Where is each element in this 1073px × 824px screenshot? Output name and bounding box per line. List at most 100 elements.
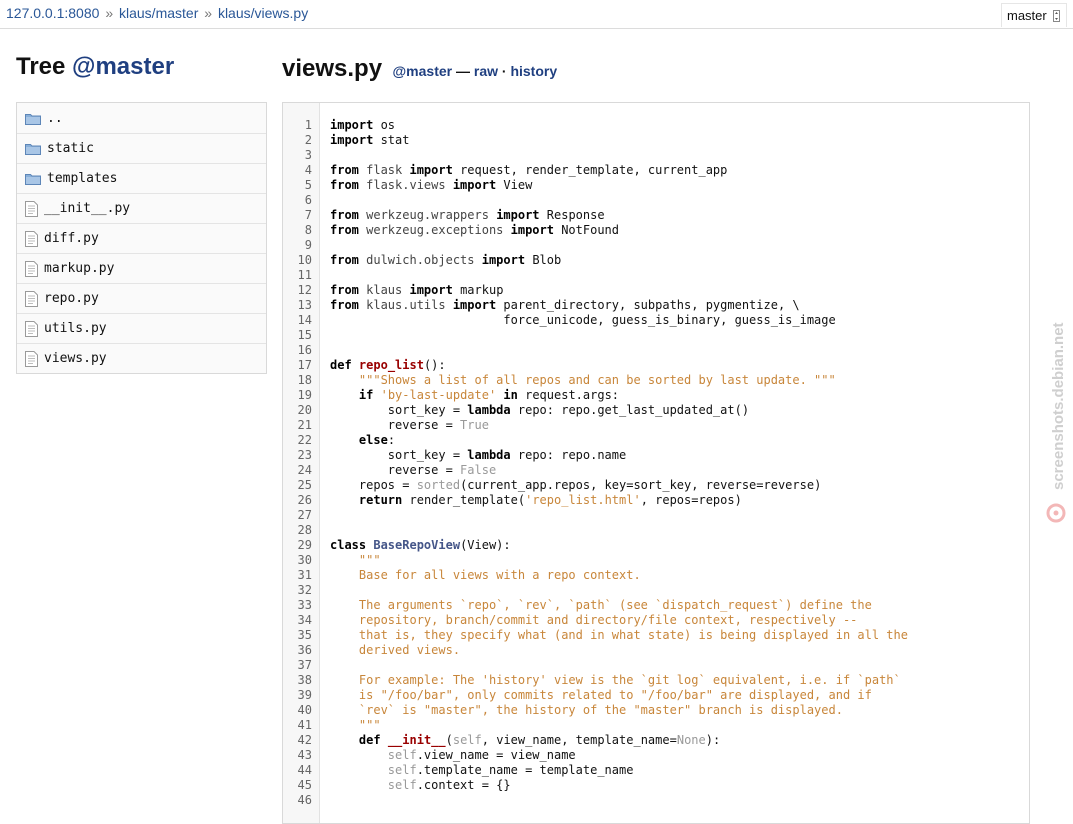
code-token: from — [330, 163, 359, 177]
file-list-item[interactable]: diff.py — [17, 223, 266, 253]
code-token: self — [387, 748, 417, 762]
file-icon — [25, 200, 44, 217]
code-token: __init__ — [387, 733, 446, 747]
line-source — [312, 523, 330, 538]
code-token: repo: repo.name — [510, 448, 627, 462]
code-token: from — [330, 208, 359, 222]
code-token: import — [452, 178, 497, 192]
line-number: 27 — [297, 508, 312, 522]
file-list-item[interactable]: markup.py — [17, 253, 266, 283]
code-line: 36 derived views. — [283, 643, 1029, 658]
line-source: import os — [312, 118, 395, 133]
line-number: 7 — [304, 208, 312, 222]
code-token: `rev` is "master", the history of the "m… — [358, 703, 843, 717]
line-number: 13 — [297, 298, 312, 312]
tree-heading-label: Tree — [16, 53, 73, 80]
code-token: from — [330, 298, 359, 312]
code-token: Base for all views with a repo context. — [358, 568, 641, 582]
code-viewer[interactable]: 1 import os 2 import stat 3 4 from flask impor… — [282, 102, 1030, 824]
code-token: derived views. — [358, 643, 461, 657]
file-list-item-label: markup.py — [44, 261, 115, 276]
folder-list-item[interactable]: templates — [17, 163, 266, 193]
breadcrumb-separator: » — [105, 5, 114, 21]
code-token: (View): — [460, 538, 511, 552]
line-source: from klaus.utils import parent_directory… — [312, 298, 800, 313]
code-token: .view_name = view_name — [416, 748, 576, 762]
line-number: 20 — [297, 403, 312, 417]
line-number: 21 — [297, 418, 312, 432]
line-source: from flask import request, render_templa… — [312, 163, 727, 178]
file-list-item[interactable]: repo.py — [17, 283, 266, 313]
watermark-text: screenshots.debian.net — [1050, 322, 1067, 490]
code-line: 12 from klaus import markup — [283, 283, 1029, 298]
line-source: from dulwich.objects import Blob — [312, 253, 561, 268]
file-list-item-label: templates — [47, 171, 118, 186]
code-token: repository, branch/commit and directory/… — [358, 613, 858, 627]
code-line: 41 """ — [283, 718, 1029, 733]
file-list-item[interactable]: __init__.py — [17, 193, 266, 223]
file-list-item[interactable]: utils.py — [17, 313, 266, 343]
line-number: 31 — [297, 568, 312, 582]
code-token: """Shows a list of all repos and can be … — [358, 373, 836, 387]
line-source: class BaseRepoView(View): — [312, 538, 511, 553]
breadcrumb-repo-link[interactable]: klaus/master — [119, 5, 198, 21]
line-source: force_unicode, guess_is_binary, guess_is… — [312, 313, 836, 328]
code-token: self — [387, 763, 417, 777]
folder-list-item[interactable]: static — [17, 133, 266, 163]
code-token: werkzeug.exceptions — [358, 223, 511, 237]
raw-link[interactable]: raw — [474, 63, 498, 79]
code-token: The arguments `repo`, `rev`, `path` (see… — [358, 598, 872, 612]
file-name-title: views.py — [282, 55, 383, 82]
line-number: 3 — [304, 148, 312, 162]
branch-selector[interactable]: master — [1001, 3, 1067, 27]
top-bar: 127.0.0.1:8080 » klaus/master » klaus/vi… — [0, 0, 1073, 29]
folder-icon — [25, 172, 47, 185]
line-source — [312, 268, 330, 283]
line-number: 22 — [297, 433, 312, 447]
line-source: """Shows a list of all repos and can be … — [312, 373, 836, 388]
code-token: import — [452, 298, 497, 312]
line-number: 30 — [297, 553, 312, 567]
code-token: klaus — [358, 283, 410, 297]
breadcrumb: 127.0.0.1:8080 » klaus/master » klaus/vi… — [6, 5, 308, 21]
breadcrumb-file-link[interactable]: klaus/views.py — [218, 5, 308, 21]
code-token: force_unicode, guess_is_binary, guess_is… — [330, 313, 836, 327]
folder-list-item[interactable]: .. — [17, 103, 266, 133]
file-branch-label: @master — [392, 63, 453, 79]
meta-dot: · — [501, 63, 507, 79]
code-line: 40 `rev` is "master", the history of the… — [283, 703, 1029, 718]
code-token: werkzeug.wrappers — [358, 208, 497, 222]
file-list-item[interactable]: views.py — [17, 343, 266, 373]
code-token: .context = {} — [416, 778, 511, 792]
line-number: 26 — [297, 493, 312, 507]
line-number: 4 — [304, 163, 312, 177]
line-source: from flask.views import View — [312, 178, 532, 193]
code-token: from — [330, 283, 359, 297]
line-number: 14 — [297, 313, 312, 327]
breadcrumb-host-link[interactable]: 127.0.0.1:8080 — [6, 5, 99, 21]
line-number: 46 — [297, 793, 312, 807]
code-token: markup — [452, 283, 504, 297]
code-token: import — [496, 208, 540, 222]
code-line: 39 is "/foo/bar", only commits related t… — [283, 688, 1029, 703]
line-source: repos = sorted(current_app.repos, key=so… — [312, 478, 821, 493]
history-link[interactable]: history — [510, 63, 557, 79]
code-token: None — [676, 733, 706, 747]
line-number: 44 — [297, 763, 312, 777]
folder-icon — [25, 142, 47, 155]
file-icon — [25, 260, 44, 277]
screenshots-watermark: screenshots.debian.net — [1046, 322, 1067, 523]
